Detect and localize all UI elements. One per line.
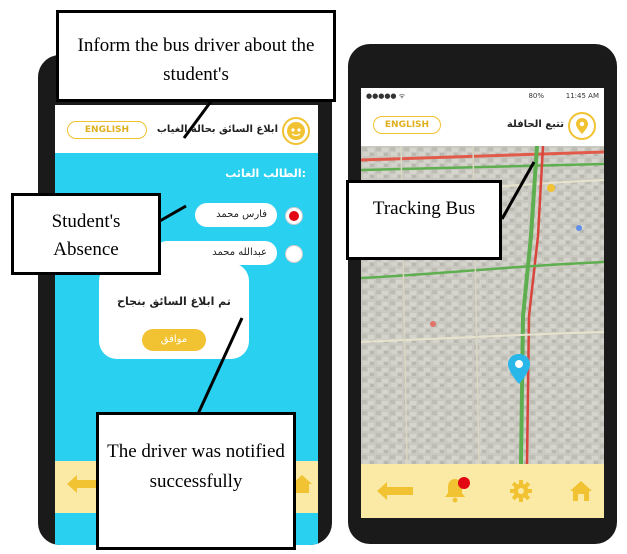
callout-driver-notified: The driver was notified successfully xyxy=(96,412,296,550)
callout-student-absence: Student's Absence xyxy=(11,193,161,275)
callout-inform-driver: Inform the bus driver about the student'… xyxy=(56,10,336,102)
callout-tracking-bus: Tracking Bus xyxy=(346,180,502,260)
